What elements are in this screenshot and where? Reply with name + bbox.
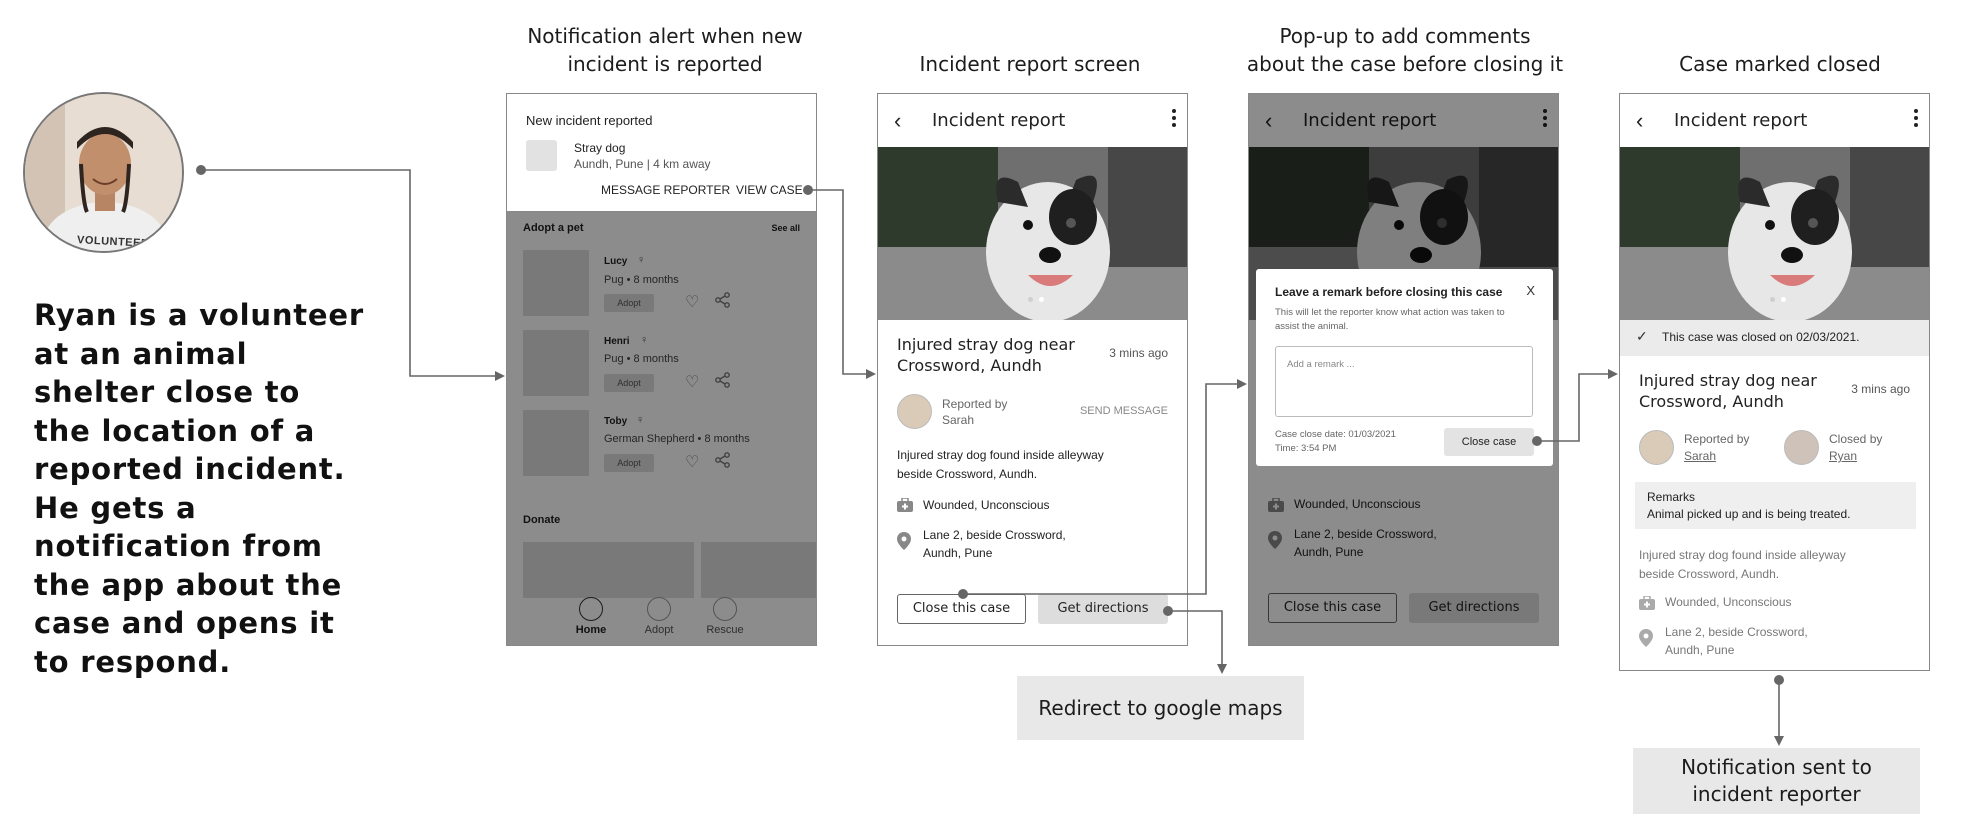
persona-photo: [25, 94, 182, 251]
carousel-dot-active[interactable]: [1781, 297, 1786, 302]
close-time: Time: 3:54 PM: [1275, 443, 1337, 454]
notification-card[interactable]: New incident reported Stray dog Aundh, P…: [507, 94, 816, 212]
reporter-link[interactable]: Sarah: [1684, 449, 1716, 463]
reporter-avatar: [1639, 430, 1674, 465]
carousel-dot-active[interactable]: [1039, 297, 1044, 302]
notify-callout: Notification sent to incident reporter: [1633, 748, 1920, 814]
connector-dot: [1774, 675, 1784, 685]
case-description: Injured stray dog found inside alleyway …: [897, 448, 1104, 481]
maps-callout: Redirect to google maps: [1017, 676, 1304, 740]
reported-by-label: Reported by: [1684, 432, 1750, 446]
send-message-button[interactable]: SEND MESSAGE: [1080, 405, 1168, 417]
screen-title: Incident report: [932, 110, 1066, 131]
condition-text: Wounded, Unconscious: [923, 498, 1050, 512]
message-reporter-button[interactable]: MESSAGE REPORTER: [601, 183, 730, 197]
case-time: 3 mins ago: [1851, 382, 1910, 396]
close-case-confirm-button[interactable]: Close case: [1444, 428, 1534, 456]
condition-text: Wounded, Unconscious: [1665, 595, 1792, 609]
app-bar: ‹ Incident report: [878, 94, 1187, 147]
back-arrow-icon[interactable]: ‹: [894, 108, 901, 134]
dim-overlay: [507, 212, 816, 645]
notification-item-title: Stray dog: [574, 141, 626, 155]
popup-screen: ‹ Incident report Wounded, Unconscious L…: [1248, 93, 1559, 646]
case-title: Injured stray dog near Crossword, Aundh: [1639, 371, 1817, 411]
closer-link[interactable]: Ryan: [1829, 449, 1857, 463]
address-text: Lane 2, beside Crossword, Aundh, Pune: [1665, 625, 1808, 657]
notify-callout-line2: incident reporter: [1692, 782, 1861, 806]
more-vertical-icon[interactable]: [1171, 109, 1177, 129]
caption-notification-line2: incident is reported: [567, 52, 763, 76]
back-arrow-icon[interactable]: ‹: [1636, 108, 1643, 134]
address-text: Lane 2, beside Crossword, Aundh, Pune: [923, 528, 1066, 560]
remark-modal: Leave a remark before closing this case …: [1256, 269, 1553, 466]
caption-closed: Case marked closed: [1679, 52, 1881, 76]
closed-screen: ‹ Incident report ✓ This case was closed…: [1619, 93, 1930, 671]
screen-title: Incident report: [1674, 110, 1808, 131]
closer-avatar: [1784, 430, 1819, 465]
case-description: Injured stray dog found inside alleyway …: [1639, 548, 1846, 581]
notification-title: New incident reported: [526, 113, 653, 128]
dog-photo: [878, 147, 1187, 320]
reporter-avatar: [897, 394, 932, 429]
view-case-button[interactable]: VIEW CASE: [736, 183, 803, 197]
closed-banner-text: This case was closed on 02/03/2021.: [1662, 330, 1860, 344]
caption-incident: Incident report screen: [919, 52, 1141, 76]
close-date: Case close date: 01/03/2021: [1275, 429, 1396, 440]
remark-placeholder: Add a remark ...: [1287, 359, 1355, 370]
persona-avatar: VOLUNTEER: [23, 92, 184, 253]
check-icon: ✓: [1636, 328, 1648, 344]
remark-input[interactable]: Add a remark ...: [1275, 346, 1533, 417]
reported-by-label: Reported by: [942, 397, 1008, 411]
notification-thumb: [526, 140, 557, 171]
caption-popup: Pop-up to add comments about the case be…: [1240, 22, 1570, 78]
persona-story: Ryan is a volunteer at an animal shelter…: [34, 298, 364, 679]
get-directions-button[interactable]: Get directions: [1038, 594, 1168, 624]
modal-subtitle: This will let the reporter know what act…: [1275, 307, 1505, 332]
remarks-text: Animal picked up and is being treated.: [1647, 507, 1851, 521]
location-pin-icon: [1639, 629, 1653, 652]
medical-kit-icon: [897, 497, 913, 517]
caption-popup-line1: Pop-up to add comments: [1279, 24, 1531, 48]
closed-banner: ✓ This case was closed on 02/03/2021.: [1620, 320, 1929, 356]
remarks-label: Remarks: [1647, 490, 1696, 504]
caption-notification: Notification alert when new incident is …: [505, 22, 825, 78]
connector-dot: [196, 165, 206, 175]
dog-photo: [1620, 147, 1929, 320]
medical-kit-icon: [1639, 595, 1655, 615]
modal-title: Leave a remark before closing this case: [1275, 285, 1503, 299]
carousel-dot[interactable]: [1770, 297, 1775, 302]
case-time: 3 mins ago: [1109, 346, 1168, 360]
remarks-box: Remarks Animal picked up and is being tr…: [1635, 482, 1916, 529]
notify-callout-line1: Notification sent to: [1681, 755, 1872, 779]
location-pin-icon: [897, 532, 911, 555]
modal-close-icon[interactable]: X: [1526, 283, 1535, 298]
notification-item-sub: Aundh, Pune | 4 km away: [574, 157, 711, 171]
case-title: Injured stray dog near Crossword, Aundh: [897, 335, 1075, 375]
closed-by-label: Closed by: [1829, 432, 1883, 446]
reporter-name[interactable]: Sarah: [942, 413, 974, 427]
notification-screen: Adopt a pet See all Lucy ♀ Pug • 8 month…: [506, 93, 817, 646]
caption-popup-line2: about the case before closing it: [1246, 52, 1564, 76]
app-bar: ‹ Incident report: [1620, 94, 1929, 147]
close-case-button[interactable]: Close this case: [897, 594, 1026, 624]
incident-screen: ‹ Incident report Injured stray dog near…: [877, 93, 1188, 646]
more-vertical-icon[interactable]: [1913, 109, 1919, 129]
caption-notification-line1: Notification alert when new: [527, 24, 803, 48]
carousel-dot[interactable]: [1028, 297, 1033, 302]
connector-viewcase-to-incident: [808, 189, 876, 379]
